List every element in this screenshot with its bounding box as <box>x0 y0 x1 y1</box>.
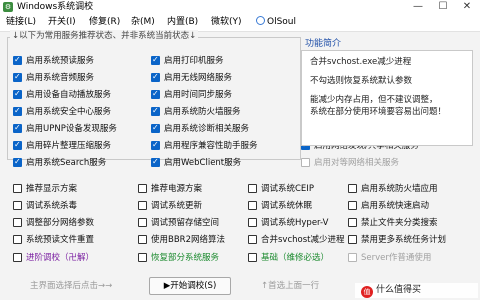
checkbox-box[interactable] <box>151 122 160 134</box>
info-title: 功能简介 <box>305 39 342 49</box>
menu-links[interactable]: 链接(L) <box>6 16 36 29</box>
checkbox-box[interactable] <box>13 88 22 100</box>
checkbox-box[interactable] <box>248 253 257 262</box>
checkbox-box[interactable] <box>13 201 22 210</box>
checkbox-box[interactable] <box>301 158 310 167</box>
maximize-button[interactable]: ☐ <box>430 0 456 14</box>
watermark-text: 什么值得买 <box>376 285 422 295</box>
minimize-button[interactable]: — <box>405 0 431 14</box>
checkbox-box[interactable] <box>138 218 147 227</box>
checkbox-box[interactable] <box>138 235 147 244</box>
title-bar: ⚙ Windows系统调校 — ☐ ✕ <box>0 0 480 14</box>
footer-right-hint: ↑首选上面一行 <box>261 281 320 291</box>
checkbox-box[interactable] <box>138 201 147 210</box>
checkbox-box[interactable] <box>248 235 257 244</box>
group-title: ↓以下为常用服务推荐状态、并非系统当前状态↓ <box>10 30 199 42</box>
checkbox-box[interactable] <box>13 253 22 262</box>
checkbox-box[interactable] <box>13 235 22 244</box>
info-line: 合并svchost.exe减少进程 <box>310 57 412 67</box>
checkbox-box[interactable] <box>13 105 22 117</box>
checkbox-box[interactable] <box>348 184 357 193</box>
olsoul-icon <box>256 16 265 25</box>
watermark-logo-icon: 值 <box>361 286 373 298</box>
menu-builtin[interactable]: 内置(B) <box>167 16 198 29</box>
checkbox-box[interactable] <box>348 218 357 227</box>
close-button[interactable]: ✕ <box>454 0 480 14</box>
checkbox-box[interactable] <box>248 201 257 210</box>
checkbox-box[interactable] <box>151 105 160 117</box>
menu-switches[interactable]: 开关(I) <box>48 16 76 29</box>
checkbox-box[interactable] <box>13 122 22 134</box>
menu-olsoul-label: OlSoul <box>267 17 297 27</box>
checkbox-box[interactable] <box>13 139 22 151</box>
app-icon: ⚙ <box>3 2 13 12</box>
watermark: 值什么值得买 <box>355 283 478 298</box>
checkbox-box[interactable] <box>151 139 160 151</box>
menu-olsoul[interactable]: OlSoul <box>256 16 296 29</box>
checkbox-box[interactable] <box>151 88 160 100</box>
checkbox-box[interactable] <box>151 71 160 83</box>
checkbox-box[interactable] <box>248 184 257 193</box>
app-window: ⚙ Windows系统调校 — ☐ ✕ 链接(L) 开关(I) 修复(R) 杂(… <box>0 0 480 300</box>
info-line: 能减少内存占用，但不建议调整， <box>310 95 438 105</box>
menu-microsoft[interactable]: 微软(Y) <box>211 16 242 29</box>
checkbox-box[interactable] <box>13 184 22 193</box>
checkbox-box[interactable] <box>151 54 160 66</box>
checkbox-box[interactable] <box>13 156 22 168</box>
start-tuning-button[interactable]: ▶开始调校(S) <box>149 277 231 295</box>
info-line: 系统在部分使用环境要容易出问题！ <box>310 107 447 117</box>
checkbox-box[interactable] <box>138 253 147 262</box>
footer-left-hint: 主界面选择后点击→→ <box>30 281 113 291</box>
checkbox-box[interactable] <box>138 184 147 193</box>
menu-misc[interactable]: 杂(M) <box>131 16 155 29</box>
checkbox-box[interactable] <box>13 71 22 83</box>
checkbox-box[interactable] <box>248 218 257 227</box>
checkbox-box[interactable] <box>348 253 357 262</box>
checkbox-box[interactable] <box>151 156 160 168</box>
info-line: 不勾选则恢复系统默认参数 <box>310 76 413 86</box>
info-panel: 合并svchost.exe减少进程 不勾选则恢复系统默认参数 能减少内存占用，但… <box>301 50 473 146</box>
checkbox-box[interactable] <box>13 54 22 66</box>
checkbox-box[interactable] <box>348 235 357 244</box>
window-title: Windows系统调校 <box>17 2 94 12</box>
checkbox-box[interactable] <box>13 218 22 227</box>
menu-repair[interactable]: 修复(R) <box>89 16 120 29</box>
checkbox-box[interactable] <box>348 201 357 210</box>
